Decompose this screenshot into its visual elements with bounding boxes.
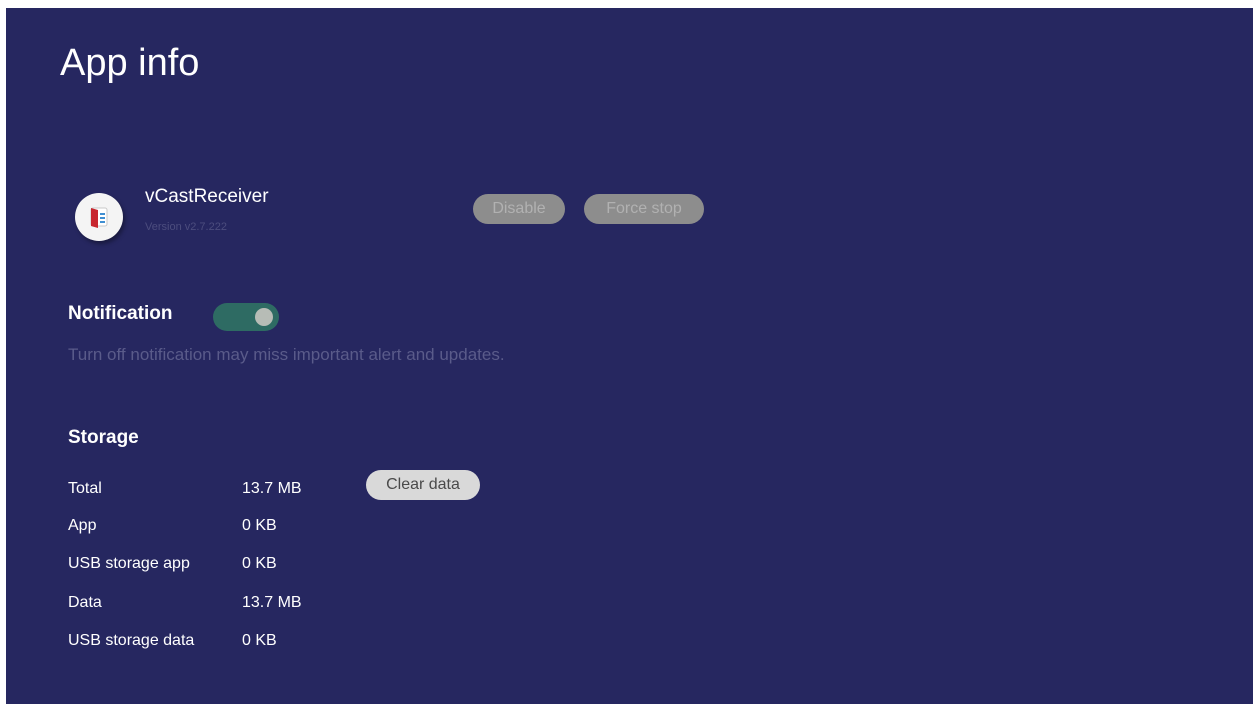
notification-label: Notification: [68, 303, 173, 324]
force-stop-button[interactable]: Force stop: [584, 194, 704, 224]
app-name: vCastReceiver: [145, 186, 269, 207]
vcast-receiver-app-icon: [75, 193, 123, 241]
toggle-knob: [255, 308, 273, 326]
disable-button[interactable]: Disable: [473, 194, 565, 224]
clear-data-button[interactable]: Clear data: [366, 470, 480, 500]
notification-description: Turn off notification may miss important…: [68, 345, 505, 364]
vcast-logo-icon: [90, 207, 108, 228]
storage-value: 13.7 MB: [242, 480, 302, 497]
storage-key: App: [68, 517, 97, 534]
storage-value: 0 KB: [242, 555, 277, 572]
notification-toggle[interactable]: [213, 303, 279, 331]
storage-heading: Storage: [68, 427, 139, 448]
storage-key: Total: [68, 480, 102, 497]
storage-value: 0 KB: [242, 632, 277, 649]
page-title: App info: [60, 42, 200, 84]
app-info-screen: App info vCastReceiver Version v2.7.222 …: [6, 8, 1253, 704]
storage-value: 13.7 MB: [242, 594, 302, 611]
storage-key: Data: [68, 594, 102, 611]
storage-key: USB storage data: [68, 632, 195, 649]
storage-key: USB storage app: [68, 555, 190, 572]
app-version: Version v2.7.222: [145, 221, 227, 233]
storage-value: 0 KB: [242, 517, 277, 534]
